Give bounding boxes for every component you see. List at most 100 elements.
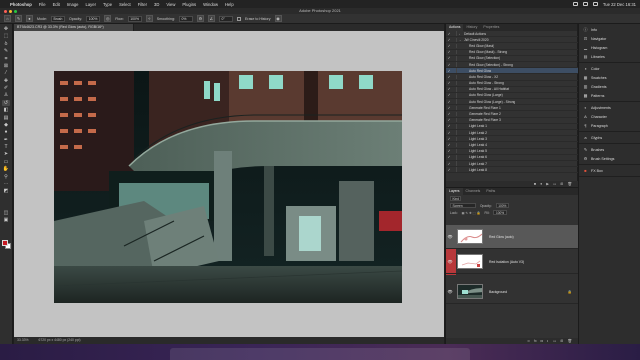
document-tab[interactable]: BT9A4623.CR3 @ 33.3% (Red Glow (auto), R… (14, 24, 134, 31)
add-mask-icon[interactable]: ◘ (541, 339, 543, 343)
dodge-tool-icon[interactable]: ● (2, 129, 10, 135)
menu-image[interactable]: Image (67, 2, 79, 7)
angle-icon[interactable]: ∠ (207, 15, 215, 22)
hand-tool-icon[interactable]: ✋ (2, 166, 10, 172)
brush-tool-icon[interactable]: ✐ (2, 85, 10, 91)
mode-select[interactable]: Brush (51, 15, 65, 22)
link-layers-icon[interactable]: ∞ (527, 339, 530, 343)
dialog-toggle[interactable] (452, 136, 457, 142)
dock-item-patterns[interactable]: ▩ Patterns (579, 91, 640, 100)
dock-item-character[interactable]: A Character (579, 112, 640, 121)
dock-item-navigator[interactable]: ⊡ Navigator (579, 34, 640, 43)
eraser-tool-icon[interactable]: ◧ (2, 107, 10, 113)
menu-plugins[interactable]: Plugins (182, 2, 196, 7)
dialog-toggle[interactable] (452, 31, 457, 36)
control-center-icon[interactable] (592, 2, 598, 6)
dialog-toggle[interactable] (452, 93, 457, 98)
dialog-toggle[interactable] (452, 161, 457, 166)
dialog-toggle[interactable] (452, 43, 457, 49)
dialog-toggle[interactable] (452, 37, 457, 43)
app-menu[interactable]: Photoshop (10, 2, 32, 7)
dialog-toggle[interactable] (452, 124, 457, 129)
tab-paths[interactable]: Paths (483, 188, 498, 195)
play-icon[interactable]: ▶ (546, 182, 549, 186)
pen-tool-icon[interactable]: ✒ (2, 137, 10, 143)
angle-field[interactable]: 0° (218, 15, 233, 22)
stop-icon[interactable]: ■ (534, 182, 536, 186)
dialog-toggle[interactable] (452, 87, 457, 92)
fx-icon[interactable]: fx (534, 339, 537, 343)
delete-action-icon[interactable]: 🗑 (567, 182, 572, 186)
new-set-icon[interactable]: ▭ (553, 182, 556, 186)
canvas-area[interactable] (14, 31, 444, 337)
dialog-toggle[interactable] (452, 56, 457, 61)
menu-select[interactable]: Select (119, 2, 131, 7)
dialog-toggle[interactable] (452, 80, 457, 86)
dialog-toggle[interactable] (452, 117, 457, 123)
tab-channels[interactable]: Channels (463, 188, 484, 195)
layer-kind-filter[interactable]: Kind (450, 196, 462, 201)
move-tool-icon[interactable]: ✥ (2, 26, 10, 32)
menu-edit[interactable]: Edit (53, 2, 60, 7)
clone-stamp-tool-icon[interactable]: ♙ (2, 92, 10, 98)
healing-brush-tool-icon[interactable]: ✚ (2, 78, 10, 84)
dialog-toggle[interactable] (452, 74, 457, 80)
dock-item-glyphs[interactable]: a Glyphs (579, 133, 640, 142)
brush-preset-icon[interactable]: ● (26, 15, 33, 22)
lock-icons[interactable]: ▦ ✎ ✥ ⬚ 🔒 (462, 211, 481, 215)
dialog-toggle[interactable] (452, 130, 457, 135)
delete-layer-icon[interactable]: 🗑 (567, 339, 572, 343)
airbrush-icon[interactable]: ✧ (145, 15, 153, 22)
dock-item-brush-settings[interactable]: ⚙ Brush Settings (579, 154, 640, 163)
lasso-tool-icon[interactable]: ꝺ (2, 41, 10, 47)
flow-field[interactable]: 100% (127, 15, 142, 22)
layer-name[interactable]: Red Isolation (Auto V3) (489, 260, 524, 264)
layer-name[interactable]: Background (489, 290, 507, 294)
menu-3d[interactable]: 3D (154, 2, 159, 7)
zoom-window-icon[interactable] (14, 9, 17, 13)
document-info[interactable]: 6720 px x 4480 px (240 ppi) (39, 337, 81, 344)
record-icon[interactable]: ● (540, 182, 542, 186)
layer-row[interactable]: 👁 Red Glow (auto) (446, 225, 578, 249)
close-window-icon[interactable] (4, 9, 7, 13)
menu-window[interactable]: Window (203, 2, 218, 7)
blend-mode-select[interactable]: Screen (450, 203, 476, 208)
dock-item-adjustments[interactable]: ◐ Adjustments (579, 103, 640, 112)
new-layer-icon[interactable]: ⊞ (560, 339, 563, 343)
screen-mode-icon[interactable]: ▣ (2, 217, 10, 223)
tab-properties[interactable]: Properties (480, 24, 502, 31)
visibility-eye-icon[interactable]: 👁 (446, 289, 454, 294)
action-row[interactable]: ✓ Light Leak 8 (446, 167, 578, 174)
smoothing-field[interactable]: 0% (178, 15, 193, 22)
dock-item-libraries[interactable]: ▤ Libraries (579, 52, 640, 61)
menu-filter[interactable]: Filter (138, 2, 147, 7)
history-brush-tool-icon[interactable]: ✎ (15, 15, 22, 22)
tab-layers[interactable]: Layers (446, 188, 463, 195)
smoothing-settings-icon[interactable]: ⚙ (196, 15, 204, 22)
dialog-toggle[interactable] (452, 99, 457, 104)
dialog-toggle[interactable] (452, 62, 457, 67)
menu-view[interactable]: View (166, 2, 175, 7)
dock-item-fx-box[interactable]: ■ FX Box (579, 166, 640, 175)
dock-item-histogram[interactable]: ▁ Histogram (579, 43, 640, 52)
dialog-toggle[interactable] (452, 68, 457, 73)
layer-row[interactable]: 👁 Red Isolation (Auto V3) (446, 250, 578, 274)
pressure-size-icon[interactable]: ◉ (274, 15, 282, 22)
menu-clock[interactable]: Tue 22 Dec 16:31 (603, 2, 636, 7)
eyedropper-tool-icon[interactable]: ⁄ (2, 70, 10, 76)
quick-select-tool-icon[interactable]: ✎ (2, 48, 10, 54)
dialog-toggle[interactable] (452, 105, 457, 111)
foreground-color-swatch[interactable] (2, 240, 8, 246)
tab-history[interactable]: History (463, 24, 480, 31)
fill-field[interactable]: 100% (493, 210, 507, 215)
wifi-icon[interactable] (582, 2, 588, 6)
type-tool-icon[interactable]: T (2, 144, 10, 150)
new-action-icon[interactable]: ⊞ (560, 182, 563, 186)
dialog-toggle[interactable] (452, 155, 457, 160)
battery-icon[interactable] (572, 2, 578, 6)
crop-tool-icon[interactable]: ⌗ (2, 56, 10, 62)
visibility-eye-icon[interactable]: 👁 (446, 234, 454, 239)
layer-name[interactable]: Red Glow (auto) (489, 235, 514, 239)
dialog-toggle[interactable] (452, 148, 457, 154)
minimize-window-icon[interactable] (9, 9, 12, 13)
